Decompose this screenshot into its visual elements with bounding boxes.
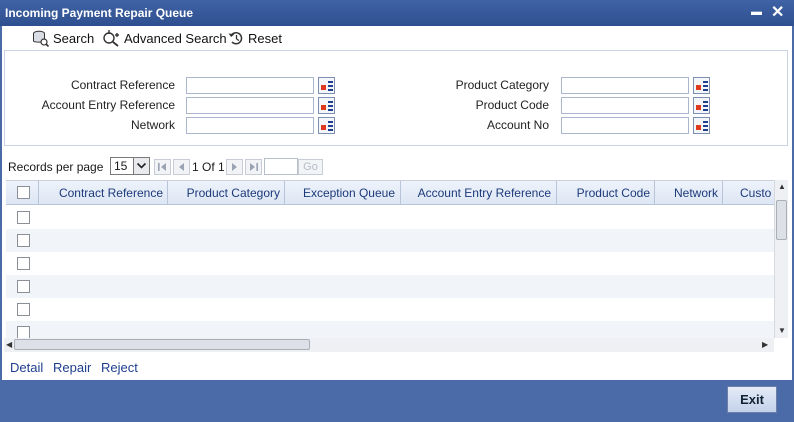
- exit-button[interactable]: Exit: [727, 386, 777, 413]
- account-no-label: Account No: [486, 118, 549, 132]
- search-label: Search: [53, 31, 95, 46]
- minimize-icon[interactable]: ▬: [751, 6, 762, 18]
- network-input[interactable]: [186, 117, 314, 134]
- reset-label: Reset: [248, 30, 282, 46]
- last-page-icon[interactable]: [245, 159, 262, 175]
- table-row[interactable]: [6, 298, 774, 321]
- grid-horizontal-scrollbar[interactable]: ◀ ▶: [4, 338, 774, 352]
- column-product-category[interactable]: Product Category: [172, 186, 280, 200]
- row-checkbox[interactable]: [17, 303, 30, 316]
- column-account-entry-reference[interactable]: Account Entry Reference: [405, 186, 551, 200]
- scroll-left-icon[interactable]: ◀: [6, 340, 12, 349]
- table-row[interactable]: [6, 229, 774, 252]
- account-entry-reference-lov-icon[interactable]: [318, 97, 335, 114]
- goto-page-input[interactable]: [264, 158, 298, 175]
- row-checkbox[interactable]: [17, 234, 30, 247]
- pagination-bar: Records per page 15 1 Of 1 Go: [2, 156, 776, 178]
- column-network[interactable]: Network: [659, 186, 718, 200]
- advanced-search-icon: [103, 30, 119, 47]
- contract-reference-input[interactable]: [186, 77, 314, 94]
- toolbar: Search Advanced Search Reset: [2, 26, 792, 50]
- row-checkbox[interactable]: [17, 257, 30, 270]
- detail-link[interactable]: Detail: [10, 360, 43, 375]
- search-button[interactable]: Search: [32, 30, 94, 47]
- grid-header: Contract Reference Product Category Exce…: [6, 181, 774, 205]
- column-contract-reference[interactable]: Contract Reference: [42, 186, 163, 200]
- table-row[interactable]: [6, 206, 774, 229]
- product-category-lov-icon[interactable]: [693, 77, 710, 94]
- search-icon: [33, 30, 49, 47]
- account-entry-reference-input[interactable]: [186, 97, 314, 114]
- network-label: Network: [130, 118, 175, 132]
- reset-icon: [228, 32, 243, 45]
- chevron-down-icon: [133, 158, 149, 174]
- contract-reference-label: Contract Reference: [70, 78, 175, 92]
- select-all-checkbox[interactable]: [17, 186, 30, 199]
- search-criteria-panel: Contract Reference Account Entry Referen…: [4, 50, 788, 146]
- account-entry-reference-label: Account Entry Reference: [41, 98, 175, 112]
- vertical-scroll-thumb[interactable]: [776, 200, 787, 240]
- records-per-page-label: Records per page: [8, 160, 104, 174]
- reject-link[interactable]: Reject: [101, 360, 138, 375]
- scroll-right-icon[interactable]: ▶: [762, 340, 768, 349]
- records-per-page-value: 15: [114, 159, 128, 173]
- window-title: Incoming Payment Repair Queue: [5, 6, 194, 20]
- row-checkbox[interactable]: [17, 211, 30, 224]
- row-checkbox[interactable]: [17, 280, 30, 293]
- product-category-input[interactable]: [561, 77, 689, 94]
- close-icon[interactable]: ✕: [771, 2, 784, 22]
- account-no-input[interactable]: [561, 117, 689, 134]
- advanced-search-button[interactable]: Advanced Search: [102, 30, 227, 47]
- grid-vertical-scrollbar[interactable]: ▲ ▼: [774, 180, 788, 338]
- product-code-label: Product Code: [475, 98, 549, 112]
- records-per-page-select[interactable]: 15: [110, 157, 150, 175]
- repair-link[interactable]: Repair: [53, 360, 91, 375]
- scroll-up-icon[interactable]: ▲: [778, 182, 786, 191]
- column-product-code[interactable]: Product Code: [561, 186, 650, 200]
- main-panel: Search Advanced Search Reset Contract Re…: [2, 26, 792, 380]
- next-page-icon[interactable]: [226, 159, 243, 175]
- column-customer[interactable]: Custo: [727, 186, 774, 200]
- table-row[interactable]: [6, 321, 774, 338]
- page-info: 1 Of 1: [192, 160, 225, 174]
- go-button[interactable]: Go: [298, 159, 323, 175]
- first-page-icon[interactable]: [154, 159, 171, 175]
- product-code-input[interactable]: [561, 97, 689, 114]
- table-row[interactable]: [6, 252, 774, 275]
- account-no-lov-icon[interactable]: [693, 117, 710, 134]
- horizontal-scroll-thumb[interactable]: [14, 339, 310, 350]
- previous-page-icon[interactable]: [173, 159, 190, 175]
- results-grid: Contract Reference Product Category Exce…: [6, 180, 774, 338]
- row-checkbox[interactable]: [17, 326, 30, 338]
- contract-reference-lov-icon[interactable]: [318, 77, 335, 94]
- reset-button[interactable]: Reset: [228, 30, 282, 46]
- scroll-down-icon[interactable]: ▼: [778, 326, 786, 335]
- action-links: Detail Repair Reject: [2, 352, 792, 380]
- advanced-search-label: Advanced Search: [124, 31, 227, 46]
- product-code-lov-icon[interactable]: [693, 97, 710, 114]
- title-bar: Incoming Payment Repair Queue ▬ ✕: [0, 0, 794, 26]
- table-row[interactable]: [6, 275, 774, 298]
- product-category-label: Product Category: [455, 78, 549, 92]
- column-exception-queue[interactable]: Exception Queue: [289, 186, 395, 200]
- network-lov-icon[interactable]: [318, 117, 335, 134]
